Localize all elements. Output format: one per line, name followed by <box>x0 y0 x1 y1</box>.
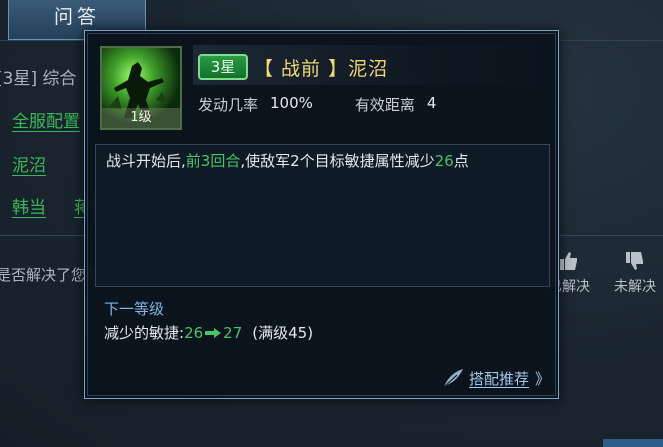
skill-description: 战斗开始后,前3回合,使敌军2个目标敏捷属性减少26点 <box>106 152 469 170</box>
skill-tooltip: 1级 3星 【 战前 】泥沼 发动几率 100% 有效距离 4 战斗开始后,前3… <box>84 30 559 399</box>
recommend-link[interactable]: 搭配推荐 》 <box>441 367 550 389</box>
range-label: 有效距离 <box>354 96 415 114</box>
star-badge: 3星 <box>198 54 248 80</box>
link-server-config[interactable]: 全服配置 <box>12 107 80 132</box>
link-skill-mire[interactable]: 泥沼 <box>12 151 46 176</box>
recommend-label: 搭配推荐 <box>468 369 529 388</box>
duration-highlight: 前3回合 <box>185 152 241 170</box>
range-value: 4 <box>426 94 437 112</box>
next-value: 27 <box>223 323 243 342</box>
chevron-right-icon: 》 <box>534 369 550 388</box>
arrow-right-icon <box>205 327 222 338</box>
max-level-note: (满级45) <box>252 324 314 342</box>
skill-title-row: 3星 【 战前 】泥沼 <box>198 52 388 82</box>
thumbs-down-icon <box>626 252 643 270</box>
link-han-dang[interactable]: 韩当 <box>12 193 46 218</box>
skill-level-tag: 1级 <box>102 108 180 128</box>
trigger-rate-label: 发动几率 <box>198 96 259 114</box>
background-sub-text: [3星] 综合 <box>0 69 77 89</box>
unresolved-button[interactable]: 未解决 <box>614 250 656 296</box>
corner-decoration <box>603 439 663 447</box>
current-value: 26 <box>184 323 204 342</box>
next-level-stat: 减少的敏捷: 26 27 (满级45) <box>104 322 313 343</box>
skill-stats: 发动几率 100% 有效距离 4 <box>198 94 436 115</box>
unresolved-label: 未解决 <box>614 279 656 295</box>
feather-icon <box>443 369 463 388</box>
next-level-title: 下一等级 <box>104 300 165 318</box>
skill-name: 【 战前 】泥沼 <box>254 57 389 80</box>
next-level-label: 减少的敏捷: <box>104 324 185 342</box>
amount-highlight: 26 <box>434 152 454 170</box>
thumbs-up-icon <box>560 252 577 270</box>
trigger-rate-value: 100% <box>270 94 313 112</box>
description-box: 战斗开始后,前3回合,使敌军2个目标敏捷属性减少26点 <box>95 144 550 287</box>
skill-icon: 1级 <box>100 46 182 130</box>
